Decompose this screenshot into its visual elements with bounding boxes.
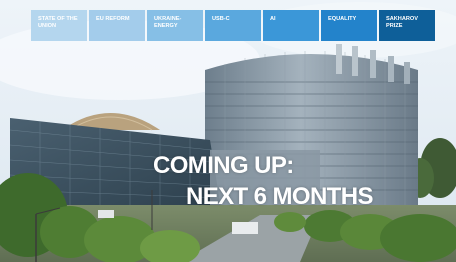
hero-banner: STATE OF THE UNION EU REFORM UKRAINE-ENE… xyxy=(0,0,456,262)
headline-line-2: NEXT 6 MONTHS xyxy=(186,183,373,210)
tab-sakharov-prize[interactable]: SAKHAROV PRIZE xyxy=(379,10,435,41)
tab-equality[interactable]: EQUALITY xyxy=(321,10,377,41)
headline: COMING UP: NEXT 6 MONTHS xyxy=(153,150,453,212)
topic-nav: STATE OF THE UNION EU REFORM UKRAINE-ENE… xyxy=(31,10,435,41)
tab-ukraine-energy[interactable]: UKRAINE-ENERGY xyxy=(147,10,203,41)
headline-line-1: COMING UP: xyxy=(153,152,294,179)
tab-usb-c[interactable]: USB-C xyxy=(205,10,261,41)
tab-ai[interactable]: AI xyxy=(263,10,319,41)
tab-eu-reform[interactable]: EU REFORM xyxy=(89,10,145,41)
tab-state-of-the-union[interactable]: STATE OF THE UNION xyxy=(31,10,87,41)
